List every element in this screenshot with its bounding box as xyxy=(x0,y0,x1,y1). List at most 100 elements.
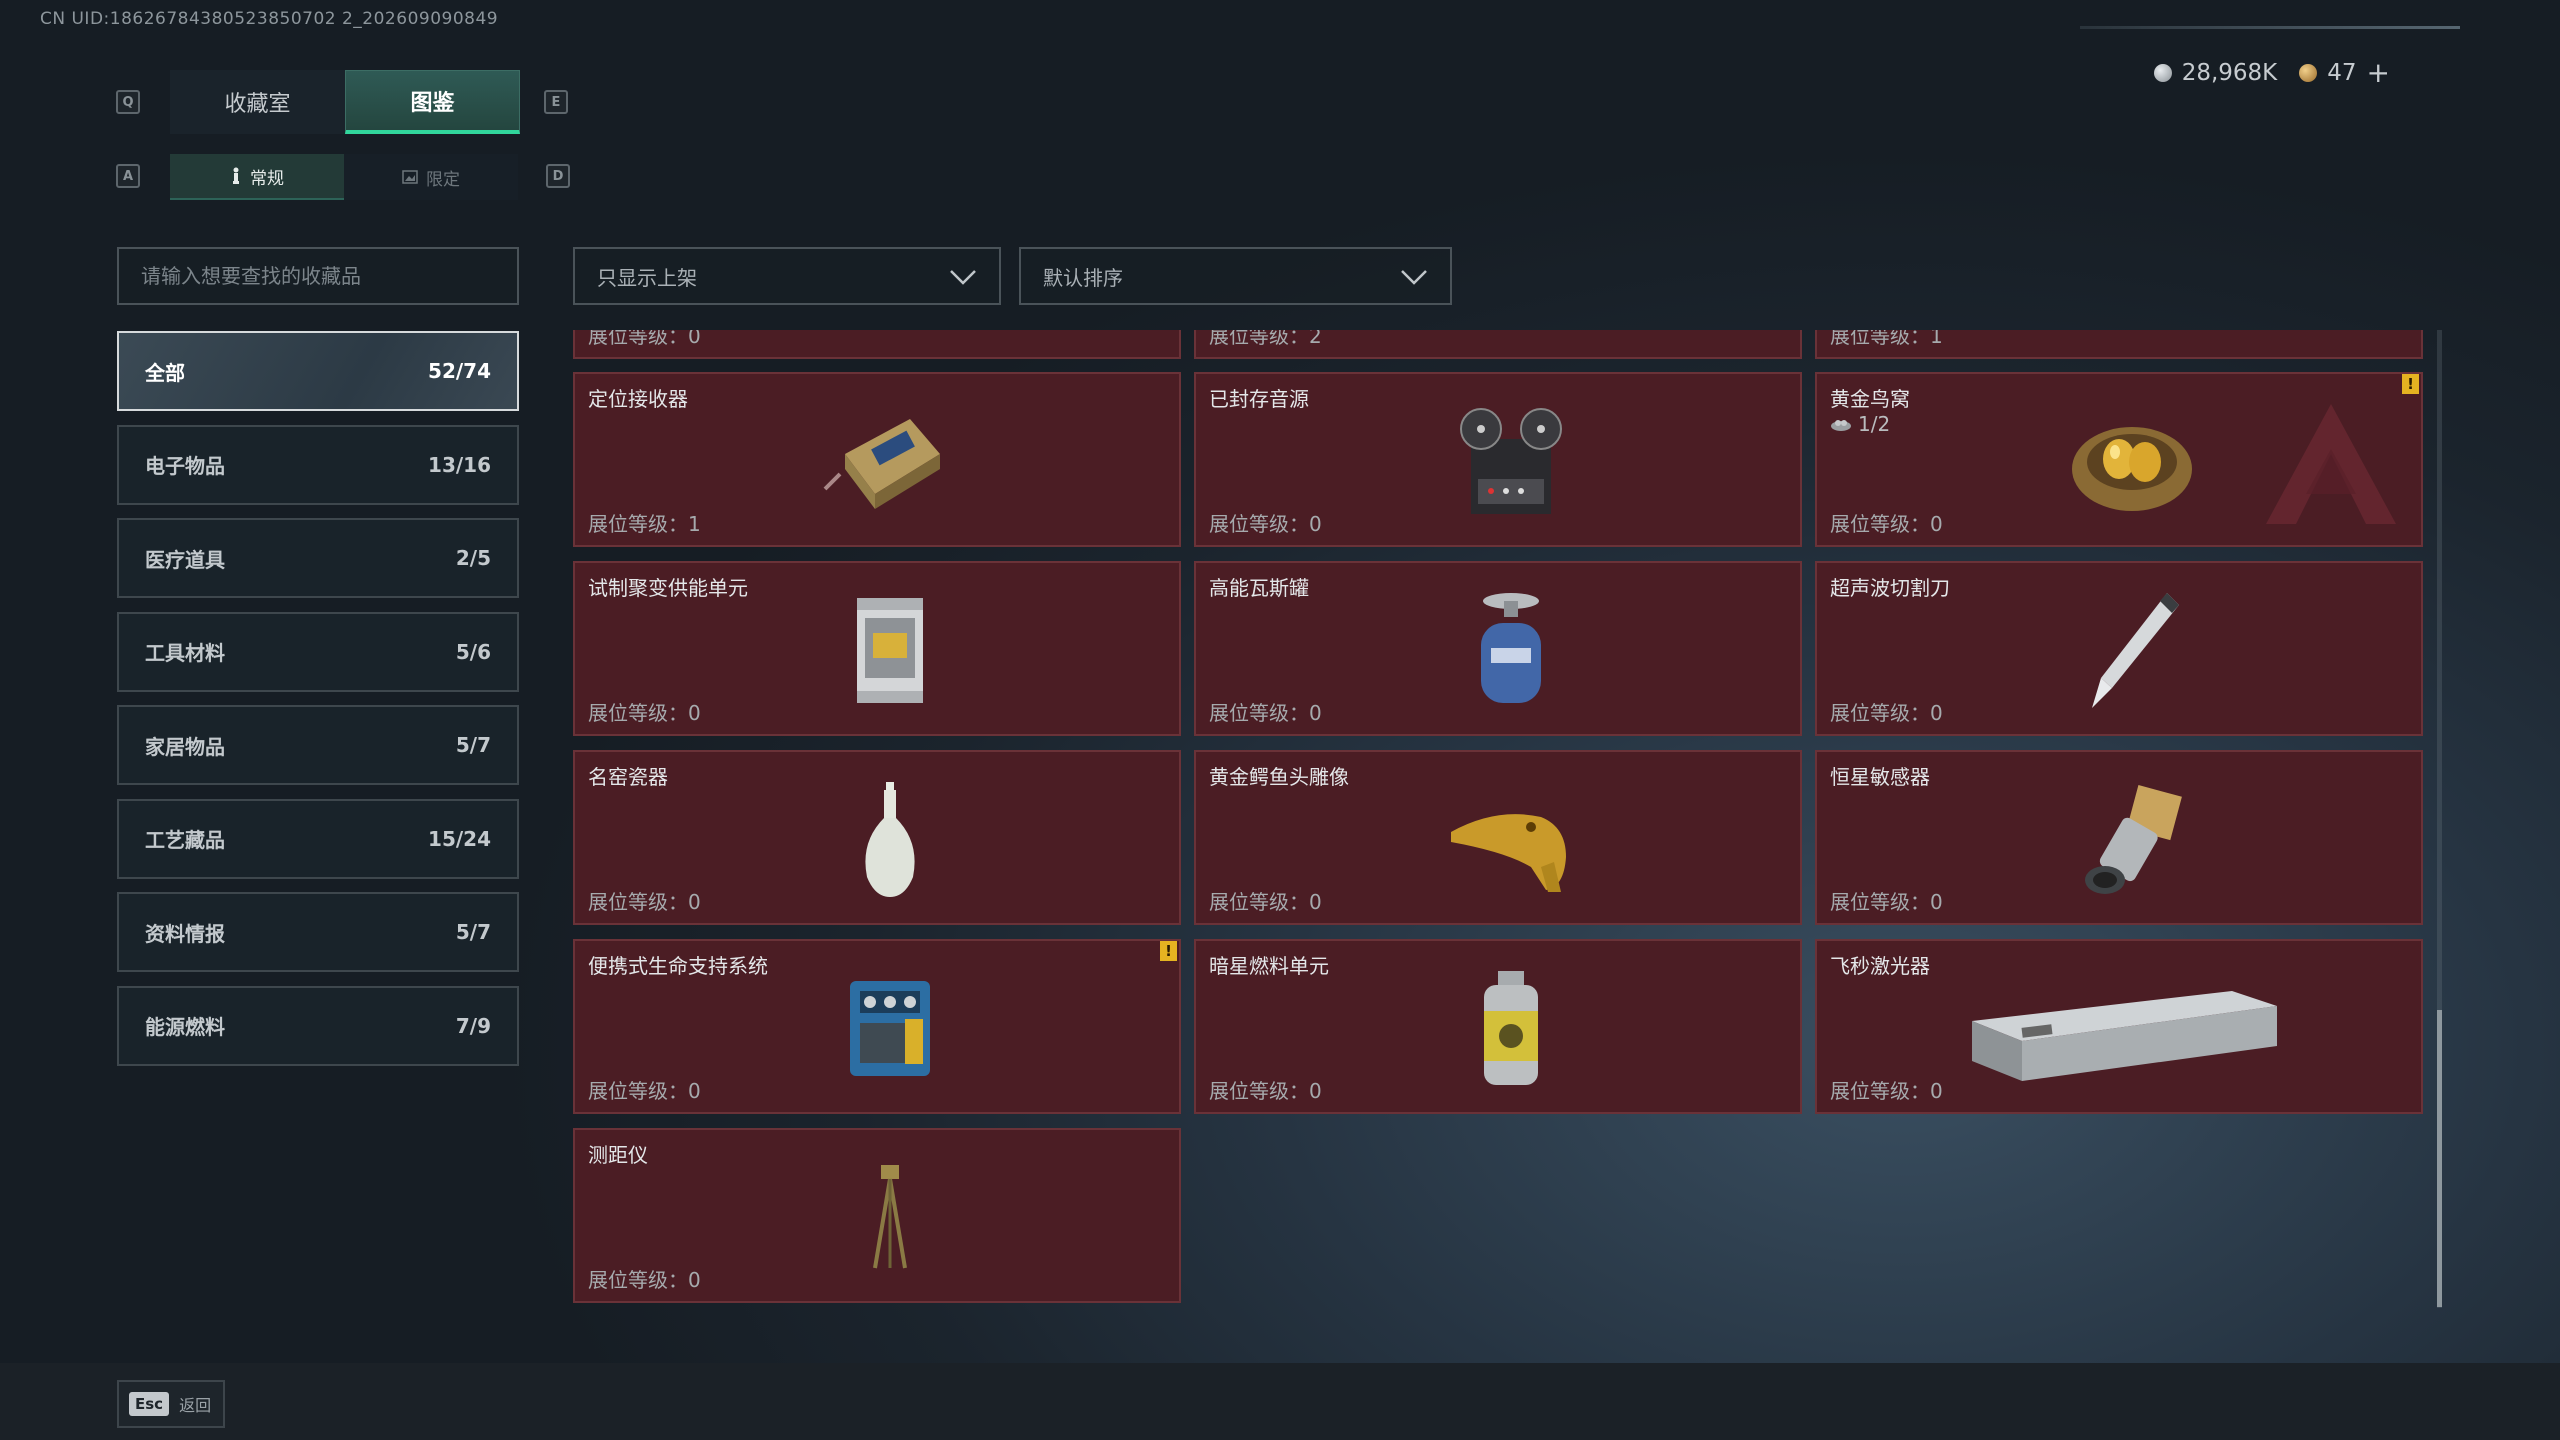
chevron-down-icon xyxy=(1401,270,1427,285)
currency-display: 28,968K 47 + xyxy=(2153,56,2390,89)
gold-currency: 47 + xyxy=(2299,56,2390,89)
collection-card[interactable]: 测距仪 展位等级：0 xyxy=(573,1128,1181,1303)
warning-badge: ! xyxy=(2402,374,2419,394)
card-level: 展位等级：0 xyxy=(1830,1079,1943,1103)
category-count: 5/7 xyxy=(455,920,491,944)
sub-tabs: 常规 限定 xyxy=(170,154,518,200)
category-label: 医疗道具 xyxy=(145,547,225,572)
card-name: 测距仪 xyxy=(588,1143,648,1167)
uid-text: CN UID:18626784380523850702 2_2026090908… xyxy=(40,9,499,29)
card-level: 展位等级：0 xyxy=(1830,512,1943,536)
category-count: 15/24 xyxy=(428,826,491,851)
watermark-emblem-icon xyxy=(2266,404,2396,524)
esc-key-hint: Esc xyxy=(129,1392,170,1416)
silver-coin-icon xyxy=(2153,63,2172,82)
warning-badge: ! xyxy=(1160,941,1177,961)
porcelain-vase-icon xyxy=(865,782,915,897)
display-filter-dropdown[interactable]: 只显示上架 xyxy=(573,247,1001,305)
star-sensor-icon xyxy=(2085,785,2182,894)
add-currency-button[interactable]: + xyxy=(2367,56,2390,89)
subtab-regular[interactable]: 常规 xyxy=(170,154,344,200)
collection-card[interactable]: 超声波切割刀 展位等级：0 xyxy=(1815,561,2423,736)
category-crafts[interactable]: 工艺藏品 15/24 xyxy=(117,798,519,879)
collection-card[interactable]: 高能瓦斯罐 展位等级：0 xyxy=(1194,561,1802,736)
collection-card[interactable]: 试制聚变供能单元 展位等级：0 xyxy=(573,561,1181,736)
tab-collection-room[interactable]: 收藏室 xyxy=(170,70,345,134)
collection-grid: 展位等级：0 展位等级：2 展位等级：1 定位接收器 展位等级：1 已封存音源 … xyxy=(572,330,2426,1310)
card-name: 便携式生命支持系统 xyxy=(588,954,768,978)
collection-card-partial[interactable]: 展位等级：1 xyxy=(1815,330,2423,359)
card-level: 展位等级：0 xyxy=(588,890,701,914)
collection-card[interactable]: 黄金鳄鱼头雕像 展位等级：0 xyxy=(1194,750,1802,925)
gas-canister-icon xyxy=(1481,593,1541,703)
fusion-unit-icon xyxy=(857,598,923,703)
collection-card[interactable]: 飞秒激光器 展位等级：0 xyxy=(1815,939,2423,1114)
collection-card[interactable]: 黄金鸟窝 1/2 ! 展位等级：0 xyxy=(1815,372,2423,547)
category-count: 52/74 xyxy=(428,359,491,383)
footer-bar xyxy=(0,1363,2560,1440)
collection-card-partial[interactable]: 展位等级：0 xyxy=(573,330,1181,359)
prev-subtab-key-hint: A xyxy=(116,164,140,188)
back-label: 返回 xyxy=(179,1396,212,1415)
sort-value: 默认排序 xyxy=(1043,265,1123,290)
search-input[interactable] xyxy=(117,247,519,305)
grid-scrollbar-thumb[interactable] xyxy=(2437,1010,2442,1307)
chevron-down-icon xyxy=(950,270,976,285)
category-household[interactable]: 家居物品 5/7 xyxy=(117,705,519,785)
decorative-bar xyxy=(2080,26,2460,29)
category-label: 资料情报 xyxy=(145,921,225,946)
category-intel[interactable]: 资料情报 5/7 xyxy=(117,892,519,972)
collection-card[interactable]: 已封存音源 展位等级：0 xyxy=(1194,372,1802,547)
gold-amount: 47 xyxy=(2327,59,2357,86)
next-subtab-key-hint: D xyxy=(546,164,570,188)
subtab-limited-label: 限定 xyxy=(426,169,460,190)
card-name: 暗星燃料单元 xyxy=(1209,954,1329,978)
card-name: 恒星敏感器 xyxy=(1830,765,1930,789)
card-count: 1/2 xyxy=(1858,412,1891,436)
silver-currency: 28,968K xyxy=(2153,60,2277,86)
card-level: 展位等级：0 xyxy=(1209,890,1322,914)
card-level: 展位等级：2 xyxy=(1209,330,1322,348)
card-level: 展位等级：0 xyxy=(588,330,701,348)
subtab-limited[interactable]: 限定 xyxy=(344,154,518,200)
card-name: 高能瓦斯罐 xyxy=(1209,576,1309,600)
collection-card[interactable]: 便携式生命支持系统 ! 展位等级：0 xyxy=(573,939,1181,1114)
category-count: 7/9 xyxy=(455,1013,491,1038)
category-label: 家居物品 xyxy=(145,734,225,759)
collection-card[interactable]: 名窑瓷器 展位等级：0 xyxy=(573,750,1181,925)
femtosecond-laser-icon xyxy=(1972,991,2277,1081)
category-electronics[interactable]: 电子物品 13/16 xyxy=(117,424,519,505)
card-level: 展位等级：0 xyxy=(588,1079,701,1103)
card-level: 展位等级：1 xyxy=(588,512,701,536)
category-medical[interactable]: 医疗道具 2/5 xyxy=(117,518,519,598)
category-all[interactable]: 全部 52/74 xyxy=(117,331,519,411)
card-name: 已封存音源 xyxy=(1209,387,1309,411)
collection-card[interactable]: 定位接收器 展位等级：1 xyxy=(573,372,1181,547)
next-tab-key-hint: E xyxy=(544,90,568,114)
prev-tab-key-hint: Q xyxy=(116,90,140,114)
back-button[interactable]: Esc 返回 xyxy=(117,1380,226,1428)
sort-dropdown[interactable]: 默认排序 xyxy=(1019,247,1452,305)
category-list: 全部 52/74 电子物品 13/16 医疗道具 2/5 工具材料 5/6 家居物品 5/… xyxy=(117,331,519,1079)
card-name: 飞秒激光器 xyxy=(1830,954,1930,978)
image-icon xyxy=(402,170,418,184)
card-name: 定位接收器 xyxy=(588,387,688,411)
tab-catalog[interactable]: 图鉴 xyxy=(345,70,520,134)
collection-card[interactable]: 暗星燃料单元 展位等级：0 xyxy=(1194,939,1802,1114)
card-level: 展位等级：0 xyxy=(1830,890,1943,914)
card-name: 试制聚变供能单元 xyxy=(588,576,748,600)
category-tools[interactable]: 工具材料 5/6 xyxy=(117,611,519,692)
card-name: 黄金鳄鱼头雕像 xyxy=(1209,765,1349,789)
collection-card[interactable]: 恒星敏感器 展位等级：0 xyxy=(1815,750,2423,925)
card-level: 展位等级：0 xyxy=(1209,701,1322,725)
collection-card-partial[interactable]: 展位等级：2 xyxy=(1194,330,1802,359)
card-name: 超声波切割刀 xyxy=(1830,576,1950,600)
category-energy[interactable]: 能源燃料 7/9 xyxy=(117,985,519,1066)
card-level: 展位等级：0 xyxy=(1209,1079,1322,1103)
life-support-icon xyxy=(850,981,930,1076)
category-count: 13/16 xyxy=(428,452,491,477)
card-level: 展位等级：0 xyxy=(1830,701,1943,725)
category-label: 全部 xyxy=(145,360,185,385)
card-progress: 1/2 xyxy=(1830,412,1890,436)
receiver-icon xyxy=(823,419,940,509)
